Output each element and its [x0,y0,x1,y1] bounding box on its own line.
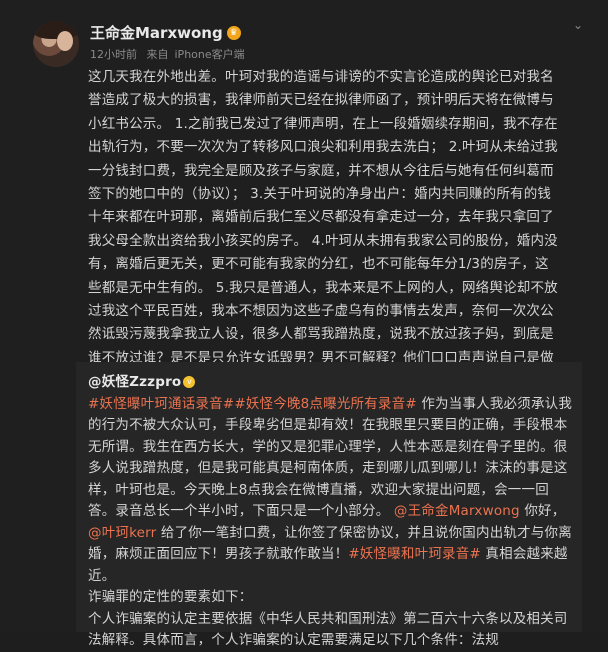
hashtag-link[interactable]: #妖怪曝叶珂通话录音# [88,396,234,412]
repost-body: @妖怪Zzzpro v #妖怪曝叶珂通话录音##妖怪今晚8点曝光所有录音# 作为当… [88,372,574,652]
post-time[interactable]: 12小时前 [90,48,137,61]
author-row: 王命金Marxwong ♛ [90,22,241,43]
post-source-prefix: 来自 [146,48,169,61]
mention-link[interactable]: @王命金Marxwong [394,503,520,519]
repost-text: 你好， [519,503,566,519]
author-name[interactable]: 王命金Marxwong [90,22,223,43]
repost-author[interactable]: @妖怪Zzzpro [88,374,181,390]
hashtag-link[interactable]: #妖怪今晚8点曝光所有录音# [234,396,417,412]
hashtag-link[interactable]: #妖怪曝和叶珂录音# [348,546,481,562]
crown-badge-icon: ♛ [226,25,241,40]
repost-text: 作为当事人我必须承认我的行为不被大众认可，手段卑劣但是却有效！在我眼里只要目的正… [88,395,573,520]
avatar[interactable] [33,21,79,67]
chevron-down-icon[interactable]: ⌄ [571,18,585,32]
repost-heading-line: 诈骗罪的定性的要素如下： [88,589,253,605]
repost-block: @妖怪Zzzpro v #妖怪曝叶珂通话录音##妖怪今晚8点曝光所有录音# 作为当… [76,362,582,648]
post-source[interactable]: iPhone客户端 [175,48,245,61]
mention-link[interactable]: @叶珂kerr [88,525,156,541]
repost-body-line: 个人诈骗案的认定主要依据《中华人民共和国刑法》第二百六十六条以及相关司法解释。具… [88,610,568,649]
post-meta: 12小时前 来自 iPhone客户端 [90,46,251,62]
yellow-verified-icon: v [183,376,196,388]
weibo-post-card: 王命金Marxwong ♛ 12小时前 来自 iPhone客户端 ⌄ 这几天我在外… [0,0,608,648]
avatar-face [57,31,73,51]
